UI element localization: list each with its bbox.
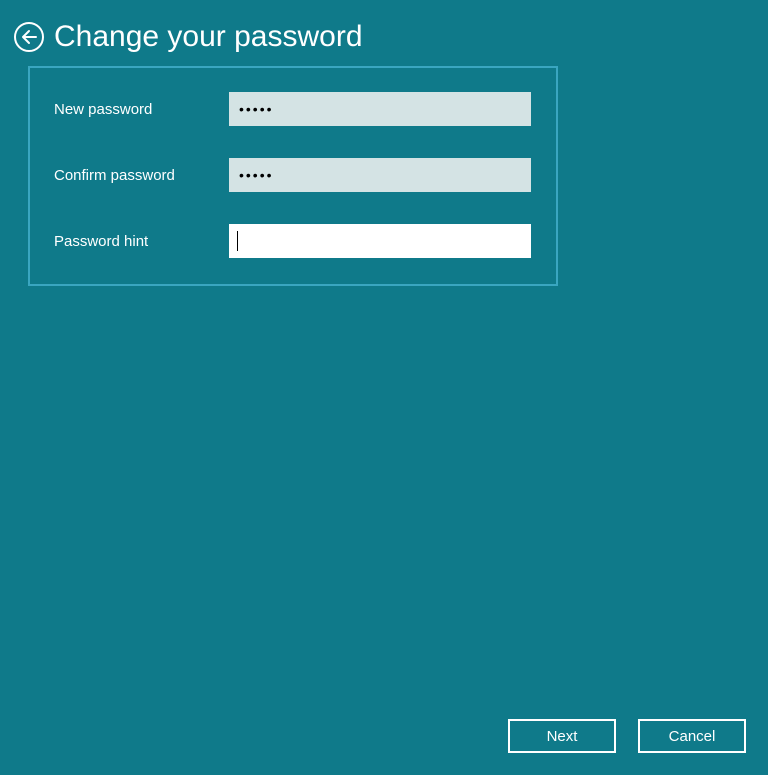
action-button-bar: Next Cancel xyxy=(508,719,746,753)
new-password-input[interactable]: ••••• xyxy=(229,92,531,126)
confirm-password-input[interactable]: ••••• xyxy=(229,158,531,192)
page-title: Change your password xyxy=(54,22,363,52)
text-cursor xyxy=(237,231,238,251)
next-button[interactable]: Next xyxy=(508,719,616,753)
back-button[interactable] xyxy=(14,22,44,52)
new-password-label: New password xyxy=(54,101,229,118)
confirm-password-label: Confirm password xyxy=(54,167,229,184)
cancel-button[interactable]: Cancel xyxy=(638,719,746,753)
password-hint-label: Password hint xyxy=(54,233,229,250)
arrow-left-icon xyxy=(21,29,37,45)
password-hint-input[interactable] xyxy=(229,224,531,258)
password-form-panel: New password ••••• Confirm password ••••… xyxy=(28,66,558,286)
